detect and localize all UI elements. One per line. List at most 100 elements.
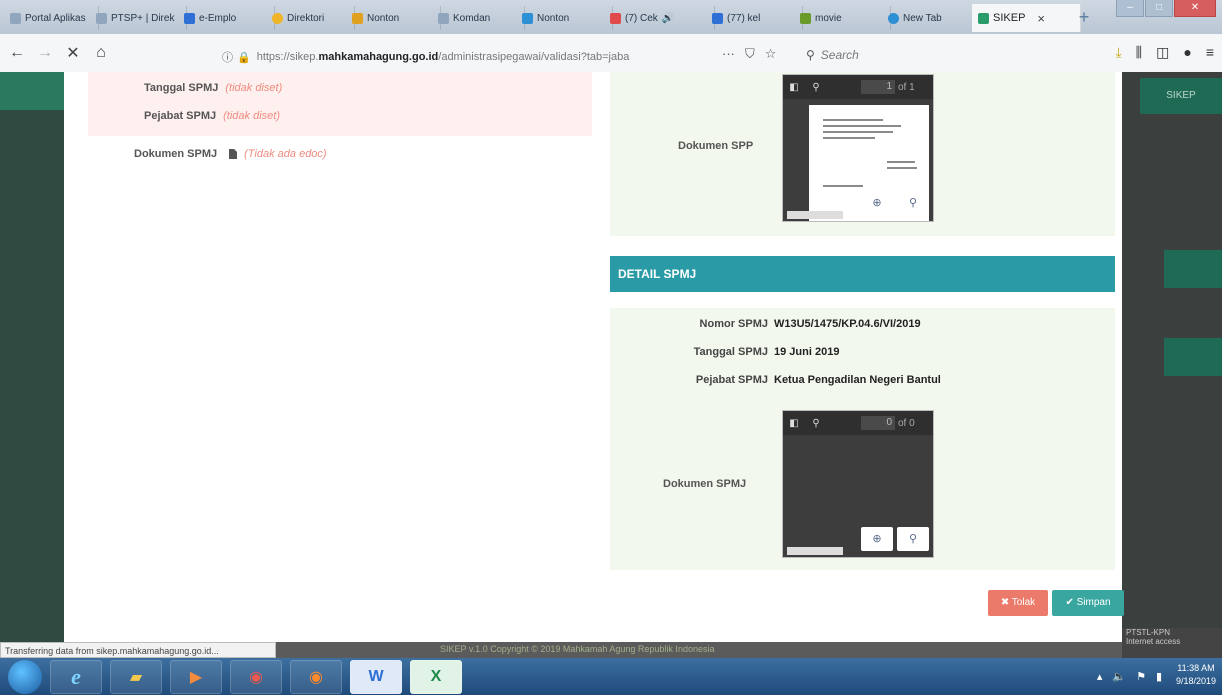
dokumen-spp-label: Dokumen SPP: [678, 140, 754, 152]
chrome-icon[interactable]: ◉: [230, 659, 282, 694]
browser-tab[interactable]: New Tab: [882, 6, 979, 30]
tab-favicon-icon: [800, 12, 811, 24]
download-icon[interactable]: ⊕: [861, 527, 893, 551]
download-icon[interactable]: ⊕: [861, 191, 893, 215]
clock-time: 11:38 AM: [1177, 663, 1215, 673]
browser-tab[interactable]: Nonton: [516, 6, 613, 30]
bookmark-star-icon[interactable]: ☆: [765, 46, 777, 62]
browser-tab[interactable]: (77) kel: [706, 6, 803, 30]
zoom-icon[interactable]: ⚲: [897, 191, 929, 215]
right-button-1[interactable]: [1164, 250, 1222, 288]
spp-pdf-viewer[interactable]: ◧ ⚲ 1 of 1 ⊕ ⚲: [782, 74, 934, 222]
browser-tab[interactable]: PTSP+ | Direk: [90, 6, 187, 30]
validation-modal: Tanggal SPMJ (tidak diset) Pejabat SPMJ …: [64, 72, 1124, 642]
sidebar-icon[interactable]: ◫: [1156, 44, 1169, 61]
spmj-pdf-viewer[interactable]: ◧ ⚲ 0 of 0 ⊕ ⚲: [782, 410, 934, 558]
browser-tab[interactable]: Portal Aplikas: [4, 6, 99, 30]
stop-button[interactable]: ✕: [62, 43, 84, 63]
viewer-buttons: ⊕ ⚲: [861, 527, 929, 551]
word-icon[interactable]: W: [350, 659, 402, 694]
sidebar-toggle-icon[interactable]: ◧: [783, 418, 805, 429]
footer-copyright: SIKEP v.1.0 Copyright © 2019 Mahkamah Ag…: [440, 644, 715, 654]
close-tab-icon[interactable]: ×: [1037, 11, 1045, 26]
lock-icon: 🔒: [237, 51, 251, 64]
browser-tab-active[interactable]: SIKEP ×: [972, 4, 1081, 32]
tab-favicon-icon: [352, 12, 363, 24]
minimize-button[interactable]: –: [1116, 0, 1144, 17]
detail-value: 19 Juni 2019: [774, 346, 840, 358]
viewer-scrollbar[interactable]: [787, 547, 843, 555]
more-actions-icon[interactable]: ···: [722, 46, 735, 62]
info-icon[interactable]: ⓘ: [222, 49, 233, 65]
url-prefix: https://sikep.: [256, 51, 319, 63]
browser-tab[interactable]: movie: [794, 6, 891, 30]
browser-tab[interactable]: Direktori: [266, 6, 355, 30]
browser-tab[interactable]: Komdan: [432, 6, 525, 30]
folder-icon[interactable]: ▰: [110, 659, 162, 694]
tanggal-spmj-row: Tanggal SPMJ (tidak diset): [144, 82, 282, 94]
excel-icon[interactable]: X: [410, 659, 462, 694]
start-button[interactable]: [8, 659, 42, 694]
search-placeholder: Search: [820, 48, 859, 62]
speaker-icon: 🔊: [661, 12, 675, 24]
file-icon: [229, 149, 238, 159]
internet-explorer-icon[interactable]: e: [50, 659, 102, 694]
pejabat-spmj-label: Pejabat SPMJ: [144, 110, 217, 122]
right-header-button[interactable]: SIKEP: [1140, 78, 1222, 114]
browser-tab[interactable]: Nonton: [346, 6, 441, 30]
tab-favicon-icon: [610, 12, 621, 24]
detail-label: Pejabat SPMJ: [695, 374, 768, 386]
windows-taskbar: e ▰ ▶ ◉ ◉ W X: [0, 658, 1222, 695]
clock[interactable]: 11:38 AM 9/18/2019: [1176, 662, 1216, 688]
menu-icon[interactable]: ≡: [1206, 44, 1214, 61]
tab-favicon-icon: [438, 12, 449, 24]
flag-icon[interactable]: ⚑: [1136, 670, 1146, 683]
detail-row: Tanggal SPMJ 19 Juni 2019: [618, 346, 840, 358]
forward-button[interactable]: →: [34, 44, 56, 62]
viewer-scrollbar[interactable]: [787, 211, 843, 219]
url-path: /administrasipegawai/validasi?tab=jaba: [438, 51, 630, 63]
pejabat-spmj-value: (tidak diset): [223, 110, 280, 122]
volume-icon[interactable]: 🔈: [1112, 670, 1126, 683]
close-window-button[interactable]: ✕: [1174, 0, 1216, 17]
firefox-icon[interactable]: ◉: [290, 659, 342, 694]
zoom-icon[interactable]: ⚲: [897, 527, 929, 551]
reject-button[interactable]: ✖ Tolak: [988, 590, 1048, 616]
tray-arrow-icon[interactable]: ▴: [1097, 670, 1103, 683]
download-icon[interactable]: ⤓: [1115, 44, 1121, 61]
network-name: PTSTL-KPN: [1126, 628, 1171, 637]
dokumen-spmj-row: Dokumen SPMJ (Tidak ada edoc): [134, 148, 327, 160]
page-backdrop: SIKEP Tanggal SPMJ (tidak diset) Pejabat…: [0, 72, 1222, 642]
page-number-input[interactable]: 1: [861, 80, 895, 94]
url-host: mahkamahagung.go.id: [318, 51, 439, 63]
pocket-icon[interactable]: ⛉: [745, 46, 755, 62]
search-icon[interactable]: ⚲: [805, 82, 827, 93]
detail-label: Nomor SPMJ: [699, 318, 768, 330]
network-status: Internet access: [1126, 637, 1181, 646]
maximize-button[interactable]: □: [1145, 0, 1173, 17]
dokumen-spmj-value: (Tidak ada edoc): [244, 148, 327, 160]
dokumen-spmj-detail-label: Dokumen SPMJ: [663, 478, 747, 490]
app-right-column: SIKEP: [1122, 72, 1222, 642]
page-number-input[interactable]: 0: [861, 416, 895, 430]
tab-favicon-icon: [272, 12, 283, 24]
media-player-icon[interactable]: ▶: [170, 659, 222, 694]
extension-icon[interactable]: ●: [1183, 44, 1191, 61]
browser-tab[interactable]: (7) Cek 🔊: [604, 6, 715, 30]
tab-favicon-icon: [10, 12, 21, 24]
network-icon[interactable]: ▮: [1156, 670, 1162, 683]
library-icon[interactable]: ⫼: [1136, 44, 1142, 61]
tab-favicon-icon: [522, 12, 533, 24]
page-actions: ··· ⛉ ☆: [722, 46, 776, 62]
back-button[interactable]: ←: [6, 44, 28, 62]
detail-row: Pejabat SPMJ Ketua Pengadilan Negeri Ban…: [618, 374, 941, 386]
approve-button[interactable]: ✔ Simpan: [1052, 590, 1124, 616]
search-icon[interactable]: ⚲: [805, 418, 827, 429]
search-input[interactable]: ⚲ Search: [806, 44, 1042, 66]
right-button-2[interactable]: [1164, 338, 1222, 376]
browser-tab[interactable]: e-Emplo: [178, 6, 275, 30]
sidebar-toggle-icon[interactable]: ◧: [783, 82, 805, 93]
home-button[interactable]: ⌂: [90, 44, 112, 62]
tab-favicon-icon: [184, 12, 195, 24]
new-tab-button[interactable]: +: [1072, 6, 1096, 28]
